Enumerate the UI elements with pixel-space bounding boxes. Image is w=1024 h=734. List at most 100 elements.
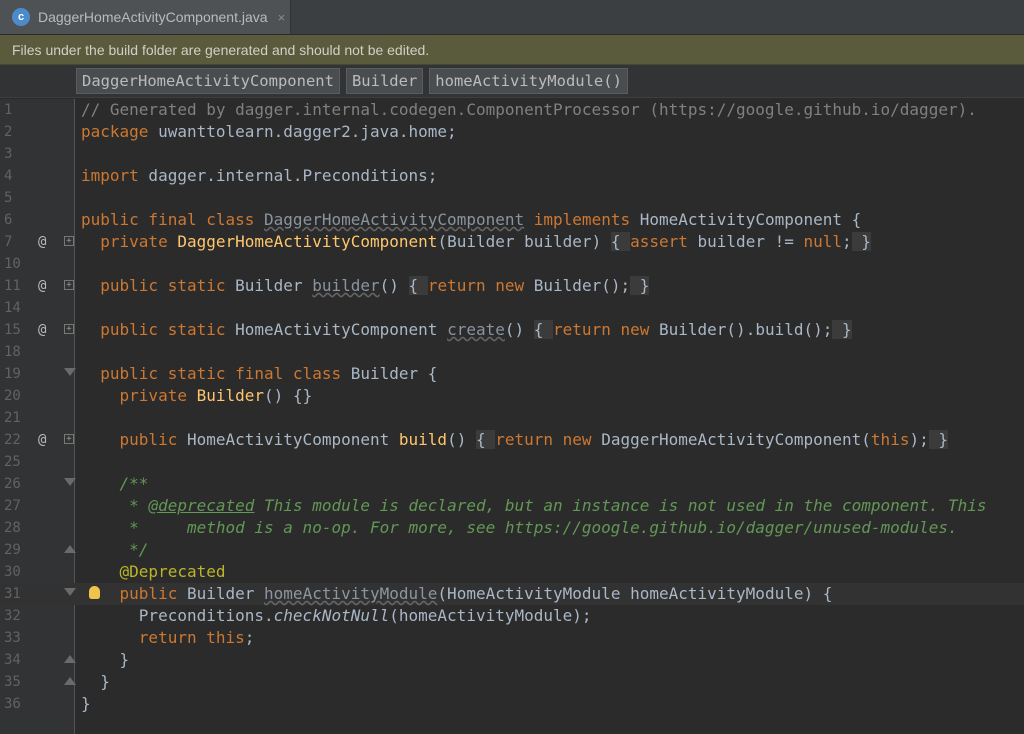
code-line: 21 xyxy=(0,407,1024,429)
line-number: 27 xyxy=(4,498,21,514)
fold-expand-icon[interactable]: + xyxy=(64,434,74,444)
line-number: 35 xyxy=(4,674,21,690)
breadcrumb: DaggerHomeActivityComponent Builder home… xyxy=(0,65,1024,98)
line-code: public static final class Builder { xyxy=(100,364,438,383)
code-line: 22 @ + public HomeActivityComponent buil… xyxy=(0,429,1024,451)
line-code: * @deprecated This module is declared, b… xyxy=(81,496,987,515)
code-line: 14 xyxy=(0,297,1024,319)
override-marker[interactable]: @ xyxy=(38,429,46,451)
line-number: 5 xyxy=(4,190,13,206)
line-number: 31 xyxy=(4,586,21,602)
java-class-icon: c xyxy=(12,8,30,26)
line-number: 32 xyxy=(4,608,21,624)
code-line: 1 // Generated by dagger.internal.codege… xyxy=(0,99,1024,121)
line-code: package uwanttolearn.dagger2.java.home; xyxy=(81,122,457,141)
line-code: @Deprecated xyxy=(81,562,226,581)
code-line: 32 Preconditions.checkNotNull(homeActivi… xyxy=(0,605,1024,627)
file-tab[interactable]: c DaggerHomeActivityComponent.java × xyxy=(0,0,291,34)
line-code: private DaggerHomeActivityComponent(Buil… xyxy=(100,232,871,251)
line-number: 22 xyxy=(4,432,21,448)
code-line: 30 @Deprecated xyxy=(0,561,1024,583)
line-code: } xyxy=(81,650,130,669)
fold-expand-icon[interactable]: + xyxy=(64,236,74,246)
line-number: 28 xyxy=(4,520,21,536)
code-line: 35 } xyxy=(0,671,1024,693)
fold-collapse-icon[interactable] xyxy=(64,478,76,486)
line-number: 20 xyxy=(4,388,21,404)
line-number: 26 xyxy=(4,476,21,492)
code-line: 15 @ + public static HomeActivityCompone… xyxy=(0,319,1024,341)
line-number: 3 xyxy=(4,146,13,162)
code-line: 25 xyxy=(0,451,1024,473)
code-line: 26 /** xyxy=(0,473,1024,495)
line-code: private Builder() {} xyxy=(119,386,313,405)
fold-end-icon[interactable] xyxy=(64,655,76,663)
code-line: 36 } xyxy=(0,693,1024,715)
code-editor[interactable]: 1 // Generated by dagger.internal.codege… xyxy=(0,99,1024,734)
generated-file-banner: Files under the build folder are generat… xyxy=(0,35,1024,65)
tab-title: DaggerHomeActivityComponent.java xyxy=(38,9,268,25)
code-line: 10 xyxy=(0,253,1024,275)
fold-end-icon[interactable] xyxy=(64,677,76,685)
editor-tab-bar: c DaggerHomeActivityComponent.java × xyxy=(0,0,1024,35)
line-number: 2 xyxy=(4,124,13,140)
line-number: 33 xyxy=(4,630,21,646)
line-code: // Generated by dagger.internal.codegen.… xyxy=(81,100,977,119)
line-number: 34 xyxy=(4,652,21,668)
line-code: public final class DaggerHomeActivityCom… xyxy=(81,210,862,229)
line-number: 1 xyxy=(4,102,13,118)
line-code: import dagger.internal.Preconditions; xyxy=(81,166,438,185)
line-code: } xyxy=(81,672,110,691)
line-number: 21 xyxy=(4,410,21,426)
line-code: public HomeActivityComponent build() { r… xyxy=(119,430,948,449)
line-number: 11 xyxy=(4,278,21,294)
line-number: 29 xyxy=(4,542,21,558)
fold-collapse-icon[interactable] xyxy=(64,588,76,596)
code-line: 19 public static final class Builder { xyxy=(0,363,1024,385)
line-number: 7 xyxy=(4,234,13,250)
fold-end-icon[interactable] xyxy=(64,545,76,553)
banner-text: Files under the build folder are generat… xyxy=(12,41,430,58)
line-code: */ xyxy=(81,540,149,559)
breadcrumb-builder[interactable]: Builder xyxy=(345,68,424,94)
line-number: 15 xyxy=(4,322,21,338)
code-line: 4 import dagger.internal.Preconditions; xyxy=(0,165,1024,187)
line-code: return this; xyxy=(138,628,255,647)
code-line: 11 @ + public static Builder builder() {… xyxy=(0,275,1024,297)
line-code: public Builder homeActivityModule(HomeAc… xyxy=(119,584,833,603)
breadcrumb-class[interactable]: DaggerHomeActivityComponent xyxy=(76,68,340,94)
line-code: Preconditions.checkNotNull(homeActivityM… xyxy=(81,606,592,625)
line-number: 36 xyxy=(4,696,21,712)
override-marker[interactable]: @ xyxy=(38,319,46,341)
fold-collapse-icon[interactable] xyxy=(64,368,76,376)
close-icon[interactable]: × xyxy=(278,10,286,25)
fold-expand-icon[interactable]: + xyxy=(64,280,74,290)
override-marker[interactable]: @ xyxy=(38,231,46,253)
line-number: 4 xyxy=(4,168,13,184)
line-number: 18 xyxy=(4,344,21,360)
code-line: 18 xyxy=(0,341,1024,363)
line-number: 10 xyxy=(4,256,21,272)
code-line: 29 */ xyxy=(0,539,1024,561)
code-line: 33 return this; xyxy=(0,627,1024,649)
fold-expand-icon[interactable]: + xyxy=(64,324,74,334)
code-line: 27 * @deprecated This module is declared… xyxy=(0,495,1024,517)
line-number: 6 xyxy=(4,212,13,228)
override-marker[interactable]: @ xyxy=(38,275,46,297)
breadcrumb-method[interactable]: homeActivityModule() xyxy=(429,68,628,94)
line-number: 19 xyxy=(4,366,21,382)
line-code: } xyxy=(81,694,91,713)
code-line: 3 xyxy=(0,143,1024,165)
code-line: 2 package uwanttolearn.dagger2.java.home… xyxy=(0,121,1024,143)
code-line-current: 31 public Builder homeActivityModule(Hom… xyxy=(0,583,1024,605)
line-code: * method is a no-op. For more, see https… xyxy=(81,518,958,537)
line-code: public static HomeActivityComponent crea… xyxy=(100,320,852,339)
line-number: 14 xyxy=(4,300,21,316)
line-code: /** xyxy=(81,474,149,493)
line-number: 30 xyxy=(4,564,21,580)
code-line: 20 private Builder() {} xyxy=(0,385,1024,407)
line-number: 25 xyxy=(4,454,21,470)
code-line: 28 * method is a no-op. For more, see ht… xyxy=(0,517,1024,539)
code-line: 7 @ + private DaggerHomeActivityComponen… xyxy=(0,231,1024,253)
code-line: 5 xyxy=(0,187,1024,209)
